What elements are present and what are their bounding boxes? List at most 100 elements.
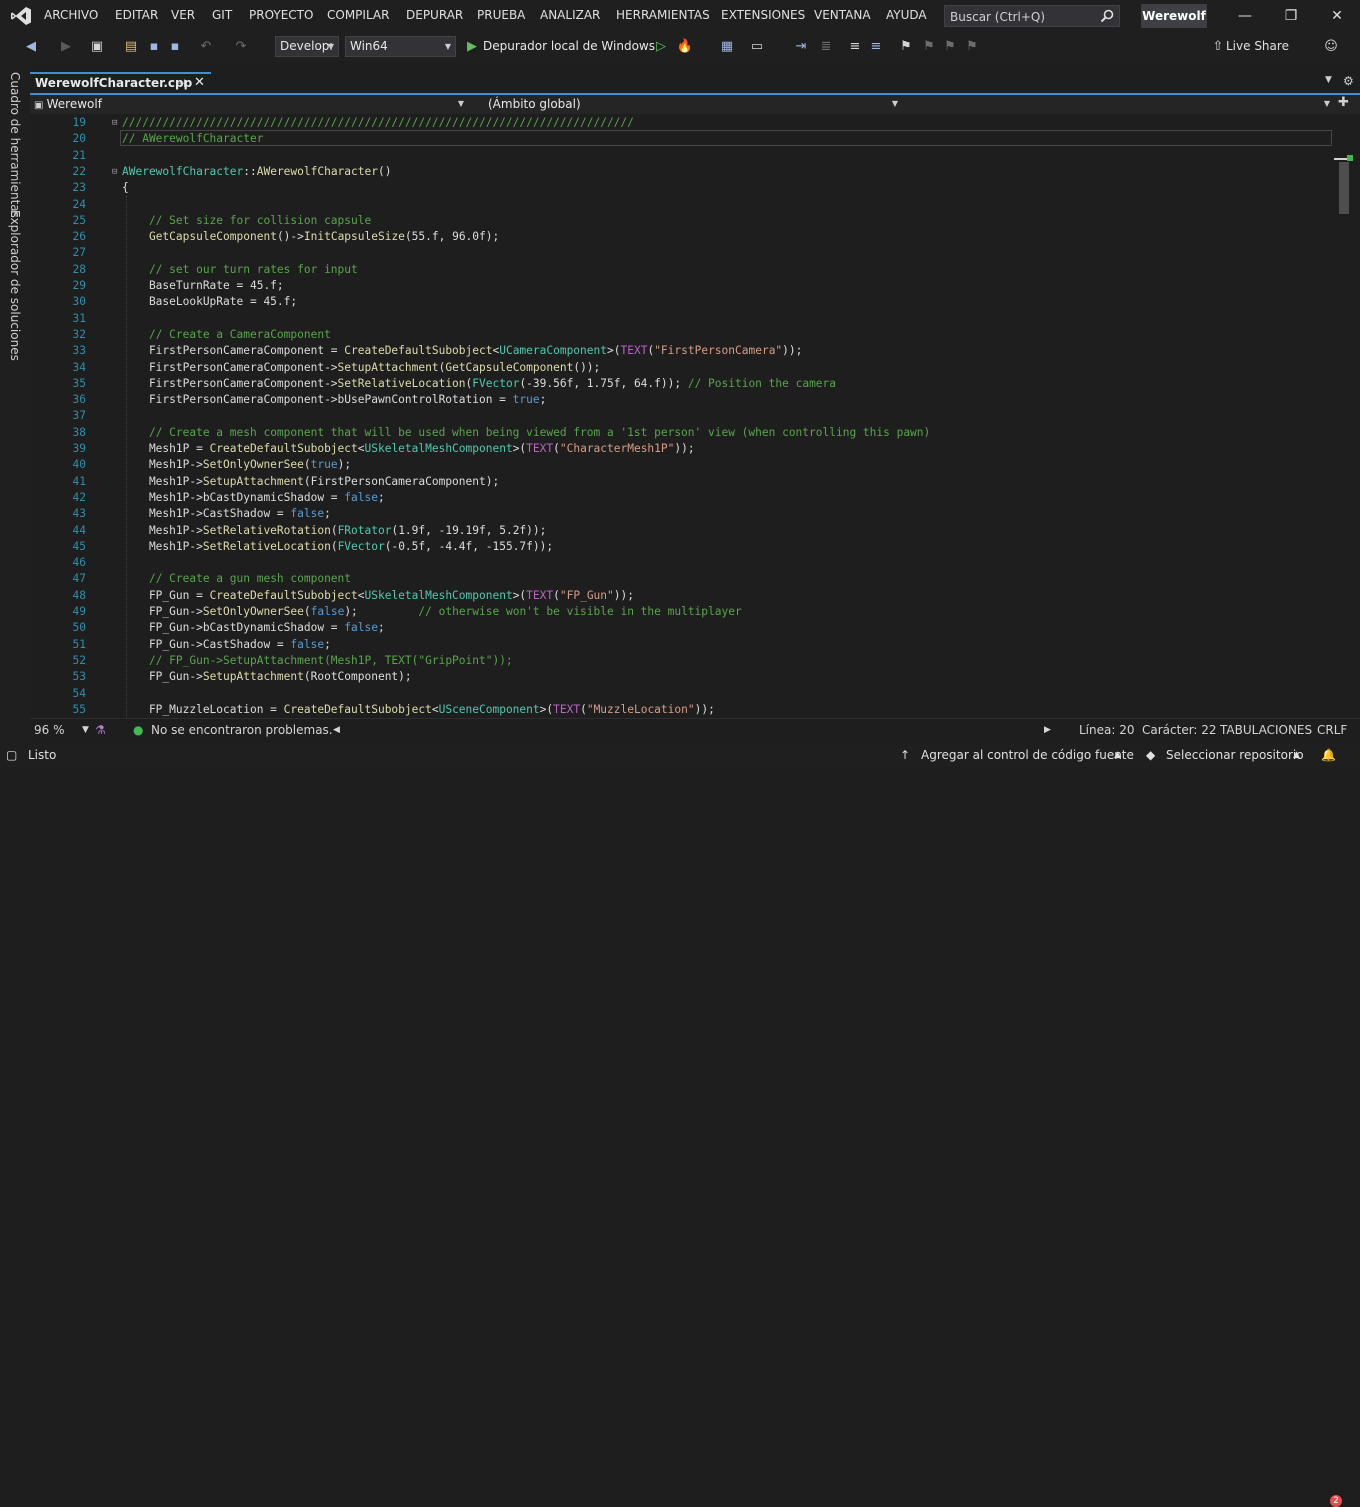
code-line[interactable]: 35 FirstPersonCameraComponent->SetRelati… [30,376,1330,392]
settings-gear-icon[interactable]: ⚙ [1343,74,1354,88]
menu-item-6[interactable]: DEPURAR [406,8,463,22]
code-line[interactable]: 40 Mesh1P->SetOnlyOwnerSee(true); [30,457,1330,473]
line-indicator[interactable]: Línea: 20 [1079,723,1135,737]
code-line[interactable]: 27 [30,245,1330,261]
menu-item-11[interactable]: VENTANA [814,8,871,22]
restore-icon[interactable]: ❐ [1268,0,1314,32]
code-line[interactable]: 24 [30,197,1330,213]
tab-list-dropdown-icon[interactable]: ▼ [1325,75,1332,85]
code-line[interactable]: 55 FP_MuzzleLocation = CreateDefaultSubo… [30,702,1330,718]
menu-item-5[interactable]: COMPILAR [327,8,389,22]
uncomment-icon[interactable]: ≡ [867,38,885,56]
code-line[interactable]: 49 FP_Gun->SetOnlyOwnerSee(false); // ot… [30,604,1330,620]
code-line[interactable]: 42 Mesh1P->bCastDynamicShadow = false; [30,490,1330,506]
char-indicator[interactable]: Carácter: 22 [1142,723,1217,737]
share-icon[interactable]: ⇧ [1209,38,1227,56]
open-folder-icon[interactable]: ▤ [122,38,140,56]
split-editor-icon[interactable]: ✚ [1338,95,1349,110]
code-line[interactable]: 19 ⊟ /////////////////////////////////////… [30,115,1330,131]
code-line[interactable]: 52 // FP_Gun->SetupAttachment(Mesh1P, TE… [30,653,1330,669]
code-line[interactable]: 51 FP_Gun->CastShadow = false; [30,637,1330,653]
redo-icon[interactable]: ↷ [232,38,250,56]
code-line[interactable]: 20 // AWerewolfCharacter [30,131,1330,147]
member-dropdown[interactable]: ▼ [904,95,1330,113]
source-control-button[interactable]: Agregar al control de código fuente [921,748,1134,762]
code-line[interactable]: 33 FirstPersonCameraComponent = CreateDe… [30,343,1330,359]
menu-item-2[interactable]: VER [171,8,195,22]
chevron-down-icon[interactable]: ▼ [82,725,89,735]
undo-icon[interactable]: ↶ [197,38,215,56]
scrollbar-thumb[interactable] [1339,162,1349,214]
run-debugger-button[interactable]: Depurador local de Windows [483,39,655,53]
code-line[interactable]: 32 // Create a CameraComponent [30,327,1330,343]
menu-item-8[interactable]: ANALIZAR [540,8,600,22]
code-line[interactable]: 31 [30,311,1330,327]
fold-toggle-icon[interactable]: ⊟ [112,115,117,131]
notifications-bell-icon[interactable]: 🔔 [1321,748,1336,762]
code-line[interactable]: 22 ⊟ AWerewolfCharacter::AWerewolfCharacte… [30,164,1330,180]
output-icon[interactable]: ▢ [6,748,17,762]
menu-item-7[interactable]: PRUEBA [477,8,525,22]
live-share-button[interactable]: Live Share [1226,39,1289,53]
code-line[interactable]: 21 [30,148,1330,164]
feedback-icon[interactable]: ☺ [1322,38,1340,56]
close-tab-icon[interactable]: ✕ [194,75,205,90]
search-input[interactable]: Buscar (Ctrl+Q) [944,5,1120,27]
select-repository-button[interactable]: Seleccionar repositorio [1166,748,1304,762]
solution-name-badge[interactable]: Werewolf [1141,4,1207,28]
platform-dropdown[interactable]: Win64 ▼ [345,36,456,57]
code-line[interactable]: 48 FP_Gun = CreateDefaultSubobject<USkel… [30,588,1330,604]
chevron-up-icon[interactable]: ▲ [1293,750,1300,760]
scroll-right-icon[interactable]: ▶ [1044,725,1051,735]
close-window-icon[interactable]: ✕ [1314,0,1360,32]
code-line[interactable]: 47 // Create a gun mesh component [30,571,1330,587]
hot-reload-icon[interactable]: 🔥 [676,38,694,56]
layout-icon[interactable]: ▭ [748,38,766,56]
code-line[interactable]: 30 BaseLookUpRate = 45.f; [30,294,1330,310]
scroll-left-icon[interactable]: ◀ [333,725,340,735]
code-line[interactable]: 45 Mesh1P->SetRelativeLocation(FVector(-… [30,539,1330,555]
menu-item-1[interactable]: EDITAR [115,8,158,22]
navigate-back-icon[interactable]: ◀ [22,38,40,56]
code-line[interactable]: 53 FP_Gun->SetupAttachment(RootComponent… [30,669,1330,685]
code-line[interactable]: 44 Mesh1P->SetRelativeRotation(FRotator(… [30,523,1330,539]
start-debugging-icon[interactable]: ▶ [463,38,481,56]
code-line[interactable]: 38 // Create a mesh component that will … [30,425,1330,441]
solution-explorer-tab[interactable]: Explorador de soluciones [8,210,22,361]
prev-bookmark-icon[interactable]: ⚑ [920,38,938,56]
search-icon[interactable] [1100,9,1114,23]
scope-dropdown[interactable]: (Ámbito global) ▼ [488,95,898,113]
code-line[interactable]: 29 BaseTurnRate = 45.f; [30,278,1330,294]
code-line[interactable]: 25 // Set size for collision capsule [30,213,1330,229]
menu-item-4[interactable]: PROYECTO [249,8,313,22]
next-bookmark-icon[interactable]: ⚑ [941,38,959,56]
minimize-icon[interactable]: — [1222,0,1268,32]
menu-item-12[interactable]: AYUDA [886,8,927,22]
step-icon[interactable]: ⇥ [792,38,810,56]
code-line[interactable]: 39 Mesh1P = CreateDefaultSubobject<USkel… [30,441,1330,457]
code-line[interactable]: 46 [30,555,1330,571]
code-line[interactable]: 50 FP_Gun->bCastDynamicShadow = false; [30,620,1330,636]
code-editor[interactable]: 19 ⊟ /////////////////////////////////////… [30,114,1335,718]
navigate-forward-icon[interactable]: ▶ [57,38,75,56]
visual-studio-logo-icon[interactable] [10,6,32,26]
format-icon[interactable]: ≣ [817,38,835,56]
comment-icon[interactable]: ≡ [846,38,864,56]
code-line[interactable]: 37 [30,408,1330,424]
fold-toggle-icon[interactable]: ⊟ [112,164,117,180]
code-line[interactable]: 41 Mesh1P->SetupAttachment(FirstPersonCa… [30,474,1330,490]
new-project-icon[interactable]: ▣ [88,38,106,56]
code-line[interactable]: 26 GetCapsuleComponent()->InitCapsuleSiz… [30,229,1330,245]
toolbox-tab[interactable]: Cuadro de herramientas [8,72,22,218]
problems-status[interactable]: No se encontraron problemas. [151,723,333,737]
code-line[interactable]: 54 [30,686,1330,702]
process-icon[interactable]: ▦ [718,38,736,56]
code-line[interactable]: 34 FirstPersonCameraComponent->SetupAtta… [30,360,1330,376]
indent-indicator[interactable]: TABULACIONES [1220,723,1312,737]
menu-item-10[interactable]: EXTENSIONES [721,8,805,22]
configuration-dropdown[interactable]: Developı ▼ [275,36,339,57]
code-line[interactable]: 43 Mesh1P->CastShadow = false; [30,506,1330,522]
project-dropdown[interactable]: ▣ Werewolf ▼ [34,95,464,113]
tab-werewolf-character[interactable]: WerewolfCharacter.cpp ⊣ ✕ [30,72,211,94]
clear-bookmarks-icon[interactable]: ⚑ [963,38,981,56]
